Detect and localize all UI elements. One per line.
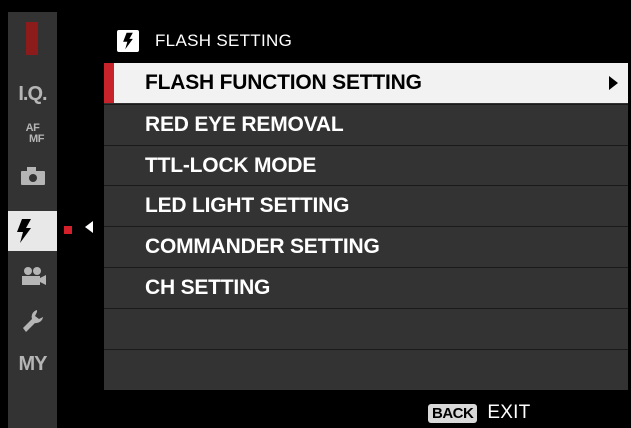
menu-item-red-eye-removal[interactable]: RED EYE REMOVAL — [104, 104, 628, 144]
menu-item-empty — [104, 308, 628, 348]
menu-item-commander-setting[interactable]: COMMANDER SETTING — [104, 226, 628, 266]
menu-item-label: COMMANDER SETTING — [145, 234, 380, 258]
sidebar-item-label: MY — [18, 352, 48, 375]
menu-list: FLASH FUNCTION SETTING RED EYE REMOVAL T… — [104, 63, 628, 390]
selection-marker — [104, 63, 114, 103]
chevron-right-icon — [609, 76, 618, 90]
sidebar-item-my-menu[interactable]: MY — [8, 344, 57, 384]
menu-item-label: FLASH FUNCTION SETTING — [145, 71, 422, 94]
menu-item-flash-function-setting[interactable]: FLASH FUNCTION SETTING — [104, 63, 628, 103]
menu-item-label: LED LIGHT SETTING — [145, 193, 350, 217]
sidebar-item-setup[interactable] — [8, 301, 57, 341]
sidebar-item-af-mf[interactable]: AF MF — [8, 114, 57, 154]
sidebar-item-flash[interactable] — [8, 211, 57, 251]
menu-item-label: TTL-LOCK MODE — [145, 153, 317, 177]
wrench-icon — [22, 310, 43, 332]
menu-item-empty — [104, 349, 628, 389]
page-indicator-marker — [26, 22, 38, 55]
sidebar-item-shooting[interactable] — [8, 156, 57, 196]
sidebar-item-image-quality[interactable]: I.Q. — [8, 74, 57, 114]
menu-item-led-light-setting[interactable]: LED LIGHT SETTING — [104, 185, 628, 225]
active-category-marker — [64, 226, 72, 234]
sidebar-item-movie[interactable] — [8, 256, 57, 296]
af-mf-icon: AF MF — [25, 122, 45, 145]
menu-item-ch-setting[interactable]: CH SETTING — [104, 267, 628, 307]
movie-camera-icon — [21, 267, 46, 285]
footer-hint: BACK EXIT — [428, 401, 530, 425]
menu-header: FLASH SETTING — [104, 21, 624, 61]
camera-menu-screen: I.Q. AF MF MY FLASH SETTING FLASH FUNCTI… — [0, 0, 631, 428]
back-button[interactable]: BACK — [428, 403, 478, 423]
left-arrow-icon — [85, 221, 93, 233]
menu-category-sidebar: I.Q. AF MF MY — [8, 12, 57, 428]
menu-item-label: CH SETTING — [145, 275, 271, 299]
exit-label: EXIT — [487, 402, 531, 423]
sidebar-item-label: I.Q. — [18, 82, 47, 105]
page-title: FLASH SETTING — [155, 31, 293, 50]
menu-item-ttl-lock-mode[interactable]: TTL-LOCK MODE — [104, 145, 628, 185]
camera-icon — [20, 167, 45, 185]
flash-icon — [117, 30, 139, 52]
flash-icon — [16, 219, 31, 243]
menu-item-label: RED EYE REMOVAL — [145, 112, 344, 136]
